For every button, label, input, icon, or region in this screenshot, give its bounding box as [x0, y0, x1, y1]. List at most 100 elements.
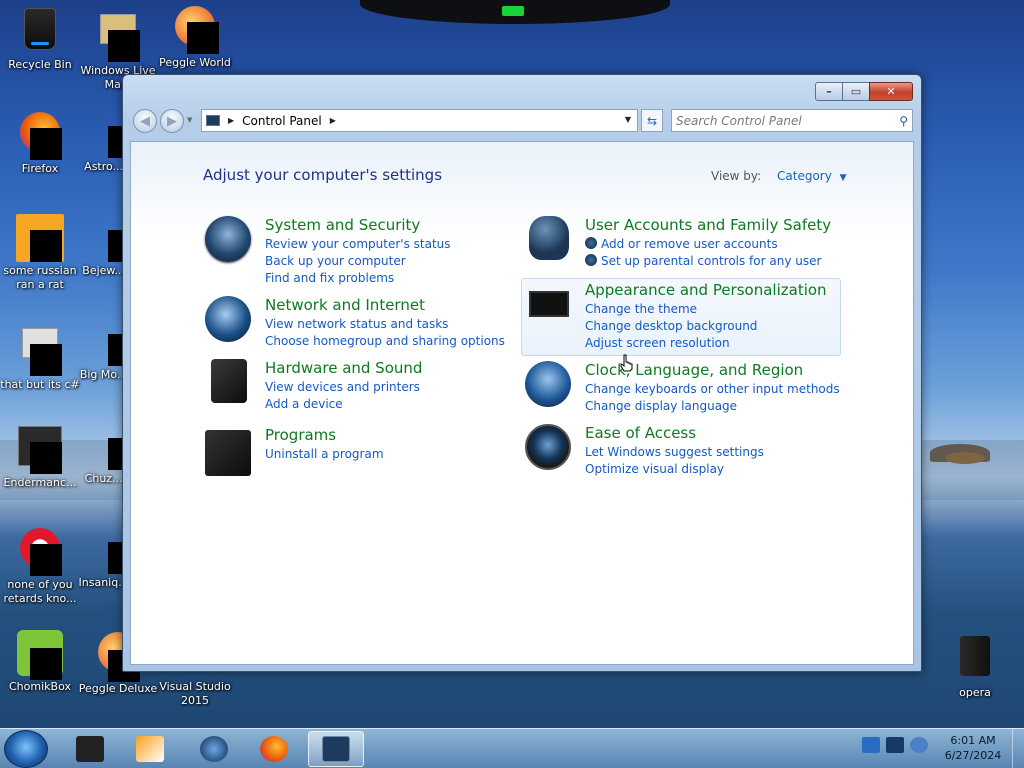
view-by-dropdown[interactable]: Category	[777, 169, 832, 183]
breadcrumb-chevron-icon[interactable]: ▶	[228, 116, 234, 125]
taskbar-app-globe[interactable]	[186, 731, 242, 767]
category-link-text: Set up parental controls for any user	[601, 254, 822, 268]
security-shield-icon[interactable]	[205, 216, 251, 262]
category-link[interactable]: Set up parental controls for any user	[585, 253, 821, 270]
category-link[interactable]: Let Windows suggest settings	[585, 444, 764, 461]
category-links: Let Windows suggest settings Optimize vi…	[585, 444, 764, 478]
desktop-icon-label: Endermanc...	[3, 476, 77, 489]
recent-pages-dropdown[interactable]: ▼	[187, 116, 192, 124]
taskbar-clock[interactable]: 6:01 AM 6/27/2024	[940, 733, 1006, 763]
category-link[interactable]: Back up your computer	[265, 253, 451, 270]
tray-app-icon[interactable]	[862, 737, 880, 753]
back-button[interactable]: ◀	[133, 109, 157, 133]
media-player-icon	[136, 736, 164, 762]
category-link[interactable]: Choose homegroup and sharing options	[265, 333, 505, 350]
breadcrumb-control-panel[interactable]: Control Panel	[242, 114, 322, 128]
desktop-icon-endermanch[interactable]: Endermanc...	[0, 422, 80, 490]
programs-disc-icon[interactable]	[205, 430, 251, 476]
category-link[interactable]: Change keyboards or other input methods	[585, 381, 840, 398]
refresh-icon: ⇆	[646, 113, 658, 128]
chevron-down-icon[interactable]: ▼	[840, 173, 847, 183]
desktop-icon-recycle-bin[interactable]: Recycle Bin	[0, 4, 80, 72]
category-links: Uninstall a program	[265, 446, 384, 463]
category-link[interactable]: Uninstall a program	[265, 446, 384, 463]
category-title[interactable]: Clock, Language, and Region	[585, 361, 803, 379]
opera-icon	[951, 636, 999, 684]
black-box-icon	[76, 736, 104, 762]
globe-icon	[200, 736, 228, 762]
start-button[interactable]	[4, 730, 48, 768]
close-button[interactable]: ✕	[869, 82, 913, 101]
category-link[interactable]: Add a device	[265, 396, 420, 413]
desktop-icon-russian-rat[interactable]: some russian ran a rat	[0, 214, 80, 292]
category-title[interactable]: User Accounts and Family Safety	[585, 216, 831, 234]
network-globe-icon[interactable]	[205, 296, 251, 342]
chomikbox-icon	[16, 630, 64, 680]
category-link[interactable]: Change display language	[585, 398, 840, 415]
firefox-icon	[16, 112, 64, 160]
search-icon[interactable]: ⚲	[899, 114, 908, 128]
breadcrumb-chevron-icon[interactable]: ▶	[330, 116, 336, 125]
category-title[interactable]: Hardware and Sound	[265, 359, 422, 377]
users-icon[interactable]	[529, 216, 569, 260]
refresh-button[interactable]: ⇆	[641, 109, 663, 132]
category-link[interactable]: Change desktop background	[585, 318, 757, 335]
hand-cursor-icon	[620, 354, 633, 372]
forward-button[interactable]: ▶	[160, 109, 184, 133]
monitor-icon[interactable]	[529, 291, 569, 317]
address-dropdown-icon[interactable]: ▼	[625, 115, 631, 124]
category-title[interactable]: Ease of Access	[585, 424, 696, 442]
wallpaper-rocks-2	[945, 452, 985, 464]
category-link-text: Add or remove user accounts	[601, 237, 778, 251]
category-title[interactable]: System and Security	[265, 216, 420, 234]
peggle-world-icon	[171, 6, 219, 54]
category-links: View network status and tasks Choose hom…	[265, 316, 505, 350]
printer-speaker-icon[interactable]	[211, 359, 247, 403]
view-by-label: View by:	[711, 169, 762, 183]
desktop-icon-opera[interactable]: opera	[935, 630, 1015, 700]
forward-arrow-icon: ▶	[167, 113, 177, 129]
search-input[interactable]	[676, 113, 886, 128]
ease-of-access-icon[interactable]	[525, 424, 571, 470]
desktop-icon-none-of-you[interactable]: none of you retards kno...	[0, 526, 80, 606]
taskbar-app-media[interactable]	[122, 731, 178, 767]
firefox-icon	[260, 736, 288, 762]
taskbar-app-firefox[interactable]	[246, 731, 302, 767]
taskbar-app-control-panel[interactable]	[308, 731, 364, 767]
address-bar[interactable]: ▶ Control Panel ▶ ▼	[201, 109, 638, 132]
desktop-icon-label: some russian ran a rat	[3, 264, 77, 291]
taskbar-app-monitor[interactable]	[62, 731, 118, 767]
category-title[interactable]: Network and Internet	[265, 296, 425, 314]
desktop-icon-label: Peggle World	[159, 56, 231, 69]
desktop-icon-label: ChomikBox	[9, 680, 71, 693]
desktop-icon-csharp[interactable]: that but its c#	[0, 318, 80, 392]
desktop-icon-firefox[interactable]: Firefox	[0, 110, 80, 176]
control-panel-icon	[322, 736, 350, 762]
category-link[interactable]: Find and fix problems	[265, 270, 451, 287]
category-link[interactable]: Adjust screen resolution	[585, 335, 757, 352]
folder-icon	[16, 328, 64, 376]
category-link[interactable]: View devices and printers	[265, 379, 420, 396]
category-link[interactable]: Add or remove user accounts	[585, 236, 821, 253]
maximize-button[interactable]: ▭	[842, 82, 870, 101]
desktop-icon-peggle-world[interactable]: Peggle World	[155, 4, 235, 70]
show-desktop-button[interactable]	[1012, 729, 1024, 768]
category-link[interactable]: View network status and tasks	[265, 316, 505, 333]
category-links: Review your computer's status Back up yo…	[265, 236, 451, 287]
category-link[interactable]: Optimize visual display	[585, 461, 764, 478]
desktop-icon-label: Firefox	[21, 162, 59, 175]
endermanch-icon	[16, 426, 64, 474]
top-gadget-bar	[360, 0, 670, 24]
minimize-button[interactable]: –	[815, 82, 843, 101]
category-title[interactable]: Programs	[265, 426, 336, 444]
recycle-bin-icon	[16, 8, 64, 56]
category-title[interactable]: Appearance and Personalization	[585, 281, 827, 299]
category-link[interactable]: Change the theme	[585, 301, 757, 318]
volume-icon[interactable]	[910, 737, 928, 753]
clock-globe-icon[interactable]	[525, 361, 571, 407]
category-link[interactable]: Review your computer's status	[265, 236, 451, 253]
desktop-icon-chomikbox[interactable]: ChomikBox	[0, 630, 80, 694]
navigation-bar: ◀ ▶ ▼ ▶ Control Panel ▶ ▼ ⇆ ⚲	[131, 107, 913, 133]
search-box[interactable]: ⚲	[671, 109, 913, 132]
network-icon[interactable]	[886, 737, 904, 753]
